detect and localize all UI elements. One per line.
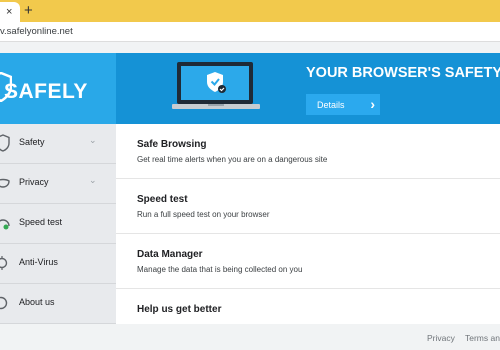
info-icon (0, 296, 8, 310)
hero-banner: YOUR BROWSER'S SAFETY Details › (116, 53, 500, 124)
page: SAFELY YOUR BROWSER'S SAFETY Details › S… (0, 42, 500, 350)
feature-row-speed-test[interactable]: Speed test Run a full speed test on your… (116, 179, 500, 234)
chevron-right-icon: › (370, 96, 375, 112)
sidebar-item-speed-test[interactable]: Speed test (0, 204, 116, 244)
sidebar-item-privacy[interactable]: Privacy ⌄ (0, 164, 116, 204)
sidebar-item-anti-virus[interactable]: Anti-Virus (0, 244, 116, 284)
sidebar-item-label: Privacy (19, 177, 49, 187)
details-label: Details (317, 99, 345, 110)
chevron-down-icon: ⌄ (89, 175, 97, 185)
shield-icon (0, 134, 10, 152)
browser-tab[interactable]: × (0, 2, 20, 22)
logo-area[interactable]: SAFELY (0, 53, 116, 124)
address-bar[interactable]: v.safelyonline.net (0, 22, 500, 42)
laptop-shield-icon (172, 62, 260, 109)
sidebar-item-about-us[interactable]: About us (0, 284, 116, 324)
privacy-link[interactable]: Privacy (427, 333, 455, 343)
feature-row-data-manager[interactable]: Data Manager Manage the data that is bei… (116, 234, 500, 289)
sidebar-item-label: Anti-Virus (19, 257, 58, 267)
row-title: Safe Browsing (137, 139, 207, 150)
main-content: Safe Browsing Get real time alerts when … (116, 124, 500, 324)
row-description: Manage the data that is being collected … (137, 265, 303, 274)
feature-row-help-us[interactable]: Help us get better (116, 289, 500, 324)
feature-row-safe-browsing[interactable]: Safe Browsing Get real time alerts when … (116, 124, 500, 179)
terms-link[interactable]: Terms and (465, 333, 500, 343)
banner-title: YOUR BROWSER'S SAFETY (306, 65, 500, 81)
mask-icon (0, 178, 10, 188)
sidebar: Safety ⌄ Privacy ⌄ Speed test Anti-Virus… (0, 124, 116, 324)
row-description: Get real time alerts when you are on a d… (137, 155, 328, 164)
close-tab-icon[interactable]: × (6, 4, 12, 20)
sidebar-item-label: Speed test (19, 217, 63, 227)
details-button[interactable]: Details › (306, 94, 380, 115)
sidebar-item-safety[interactable]: Safety ⌄ (0, 124, 116, 164)
sidebar-item-label: Safety (19, 137, 45, 147)
url-text[interactable]: v.safelyonline.net (0, 26, 73, 37)
footer: Privacy Terms and (0, 324, 500, 350)
logo-text: SAFELY (4, 80, 88, 103)
chevron-down-icon: ⌄ (89, 135, 97, 145)
row-title: Help us get better (137, 304, 222, 315)
row-description: Run a full speed test on your browser (137, 210, 270, 219)
row-title: Speed test (137, 194, 188, 205)
new-tab-icon[interactable]: + (24, 3, 33, 19)
sidebar-item-label: About us (19, 297, 55, 307)
speedometer-icon (0, 219, 10, 230)
row-title: Data Manager (137, 249, 203, 260)
browser-tab-bar: × + (0, 0, 500, 22)
virus-icon (0, 256, 8, 270)
